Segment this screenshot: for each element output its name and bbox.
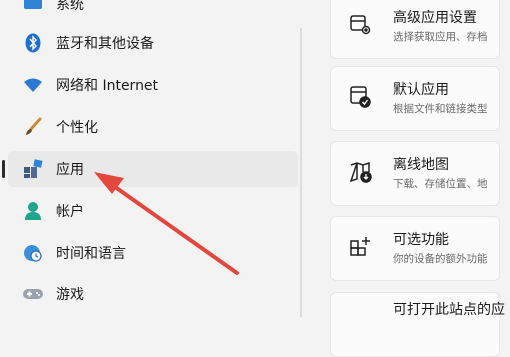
card-subtitle: 你的设备的额外功能 — [393, 253, 488, 265]
account-icon — [22, 200, 44, 222]
apps-for-websites-card[interactable]: 可打开此站点的应 — [330, 292, 505, 357]
card-subtitle: 下载、存储位置、地 — [393, 178, 488, 190]
advanced-app-settings-card[interactable]: 高级应用设置 选择获取应用、存档 — [330, 0, 500, 59]
settings-sidebar: 系统 蓝牙和其他设备 网络和 Internet 个性化 应用 帐户 时间和语言 … — [0, 0, 302, 317]
wifi-icon — [22, 74, 44, 96]
sidebar-item-system[interactable]: 系统 — [8, 0, 298, 22]
default-apps-card[interactable]: 默认应用 根据文件和链接类型 — [330, 66, 500, 131]
card-subtitle: 选择获取应用、存档 — [393, 31, 488, 43]
card-subtitle: 根据文件和链接类型 — [393, 103, 488, 115]
optional-features-icon — [349, 235, 373, 259]
card-title: 高级应用设置 — [393, 10, 477, 26]
card-title: 离线地图 — [393, 157, 449, 173]
sidebar-item-accounts[interactable]: 帐户 — [8, 193, 298, 229]
sidebar-scrollbar[interactable] — [300, 28, 302, 317]
sidebar-item-label: 系统 — [56, 0, 84, 13]
card-title: 可选功能 — [393, 232, 449, 248]
apps-settings-content: 高级应用设置 选择获取应用、存档 默认应用 根据文件和链接类型 离线地图 下载、… — [330, 0, 510, 357]
sidebar-item-label: 时间和语言 — [56, 246, 126, 262]
card-title: 默认应用 — [393, 82, 449, 98]
sidebar-item-label: 帐户 — [56, 204, 84, 220]
sidebar-item-bluetooth[interactable]: 蓝牙和其他设备 — [8, 25, 298, 61]
brush-icon — [22, 116, 44, 138]
bluetooth-icon — [22, 32, 44, 54]
sidebar-item-network[interactable]: 网络和 Internet — [8, 67, 298, 103]
system-icon — [22, 0, 44, 15]
sidebar-item-apps[interactable]: 应用 — [2, 151, 298, 187]
sidebar-item-label: 个性化 — [56, 120, 98, 136]
gamepad-icon — [22, 283, 44, 305]
apps-for-websites-icon — [349, 311, 373, 335]
sidebar-item-label: 应用 — [56, 162, 84, 178]
globe-clock-icon — [22, 242, 44, 264]
offline-maps-card[interactable]: 离线地图 下载、存储位置、地 — [330, 141, 500, 206]
sidebar-item-label: 游戏 — [56, 287, 84, 303]
sidebar-item-time-language[interactable]: 时间和语言 — [8, 235, 298, 271]
apps-icon — [22, 158, 44, 180]
optional-features-card[interactable]: 可选功能 你的设备的额外功能 — [330, 216, 500, 281]
default-apps-icon — [349, 85, 373, 109]
selection-indicator — [2, 160, 5, 178]
offline-maps-icon — [349, 160, 373, 184]
sidebar-item-personalization[interactable]: 个性化 — [8, 109, 298, 145]
card-title: 可打开此站点的应 — [393, 302, 505, 318]
sidebar-item-label: 蓝牙和其他设备 — [56, 36, 154, 52]
advanced-app-settings-icon — [349, 13, 373, 37]
sidebar-item-gaming[interactable]: 游戏 — [8, 276, 298, 312]
sidebar-item-label: 网络和 Internet — [56, 78, 159, 94]
